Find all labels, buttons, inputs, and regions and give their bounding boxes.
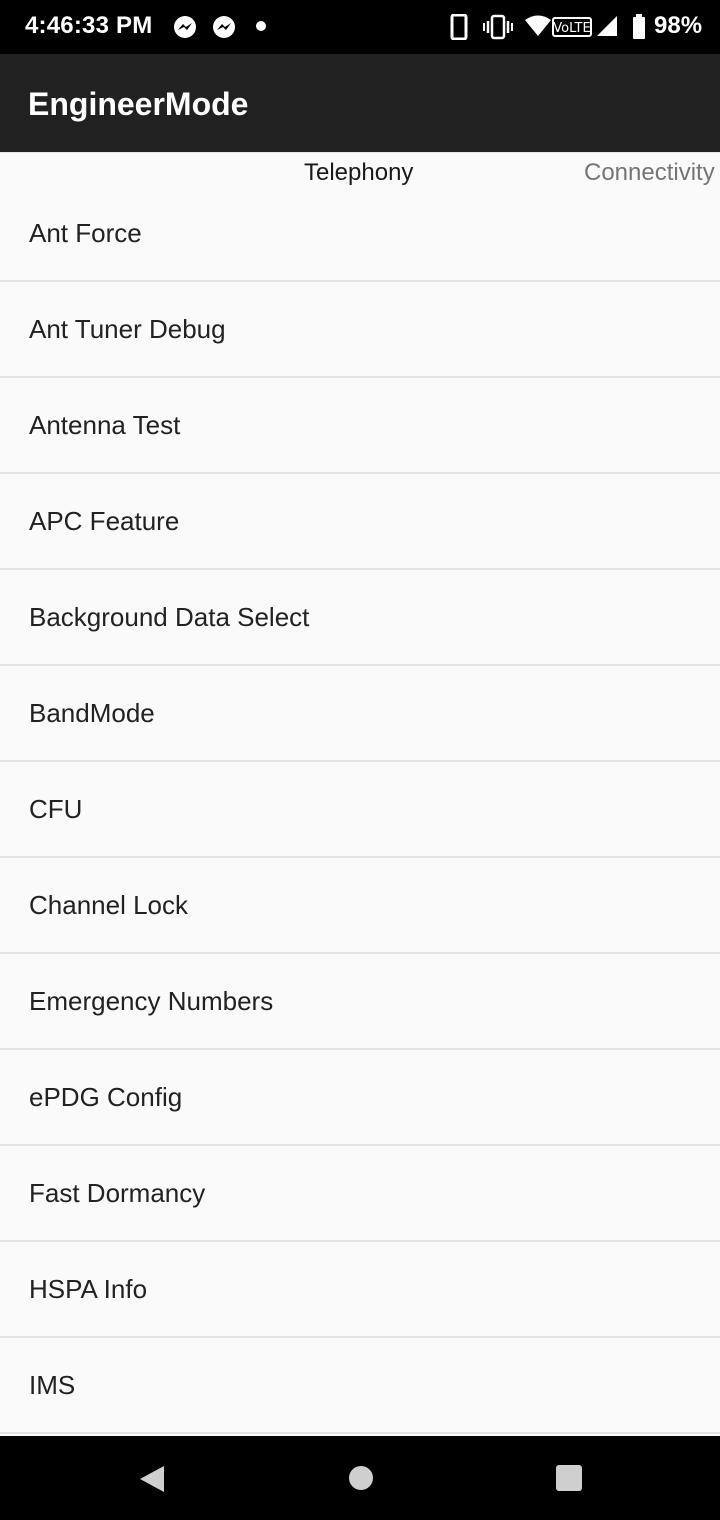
battery-percentage: 98% xyxy=(654,12,703,39)
list-item-label: Antenna Test xyxy=(29,409,181,440)
list-item-label: Ant Tuner Debug xyxy=(29,313,226,344)
list-item-label: HSPA Info xyxy=(29,1273,148,1304)
navigation-bar xyxy=(0,1436,720,1520)
messenger-icon xyxy=(174,16,196,38)
list-item-label: Ant Force xyxy=(29,217,142,248)
list-item-ant-force[interactable]: Ant Force xyxy=(0,186,720,282)
list-item-label: Channel Lock xyxy=(29,889,188,920)
list-item-label: Background Data Select xyxy=(29,601,310,632)
tab-connectivity[interactable]: Connectivity xyxy=(584,159,715,187)
list-item-label: Fast Dormancy xyxy=(29,1177,206,1208)
menu-list: Ant Force Ant Tuner Debug Antenna Test A… xyxy=(0,186,720,1434)
list-item-hspa-info[interactable]: HSPA Info xyxy=(0,1242,720,1338)
list-item-label: Emergency Numbers xyxy=(29,985,274,1016)
tab-strip: Telephony Connectivity xyxy=(0,152,720,188)
volte-icon: VoLTE xyxy=(552,17,592,37)
list-item-apc-feature[interactable]: APC Feature xyxy=(0,474,720,570)
list-item-bandmode[interactable]: BandMode xyxy=(0,666,720,762)
tab-telephony[interactable]: Telephony xyxy=(304,159,413,187)
wifi-icon xyxy=(525,15,551,36)
list-item-ims[interactable]: IMS xyxy=(0,1338,720,1434)
app-title: EngineerMode xyxy=(28,86,249,122)
list-item-label: APC Feature xyxy=(29,505,180,536)
list-item-ant-tuner-debug[interactable]: Ant Tuner Debug xyxy=(0,282,720,378)
list-item-label: ePDG Config xyxy=(29,1081,183,1112)
recent-apps-icon[interactable] xyxy=(555,1464,583,1492)
battery-icon xyxy=(633,14,645,39)
signal-icon xyxy=(597,16,617,36)
list-item-channel-lock[interactable]: Channel Lock xyxy=(0,858,720,954)
app-bar: EngineerMode xyxy=(0,54,720,152)
list-item-background-data-select[interactable]: Background Data Select xyxy=(0,570,720,666)
list-item-label: CFU xyxy=(29,793,83,824)
list-item-emergency-numbers[interactable]: Emergency Numbers xyxy=(0,954,720,1050)
list-item-antenna-test[interactable]: Antenna Test xyxy=(0,378,720,474)
messenger-icon xyxy=(213,16,235,38)
svg-text:VoLTE: VoLTE xyxy=(553,21,590,36)
vibrate-icon xyxy=(483,14,513,40)
list-item-cfu[interactable]: CFU xyxy=(0,762,720,858)
list-item-label: IMS xyxy=(29,1369,76,1400)
status-time: 4:46:33 PM xyxy=(25,12,153,39)
phone-icon xyxy=(450,14,468,40)
notification-dot-icon xyxy=(256,21,266,31)
back-icon[interactable] xyxy=(138,1464,166,1494)
list-item-fast-dormancy[interactable]: Fast Dormancy xyxy=(0,1146,720,1242)
status-bar: 4:46:33 PM VoLTE 98% xyxy=(0,0,720,54)
home-icon[interactable] xyxy=(348,1464,376,1492)
list-item-epdg-config[interactable]: ePDG Config xyxy=(0,1050,720,1146)
list-item-label: BandMode xyxy=(29,697,155,728)
